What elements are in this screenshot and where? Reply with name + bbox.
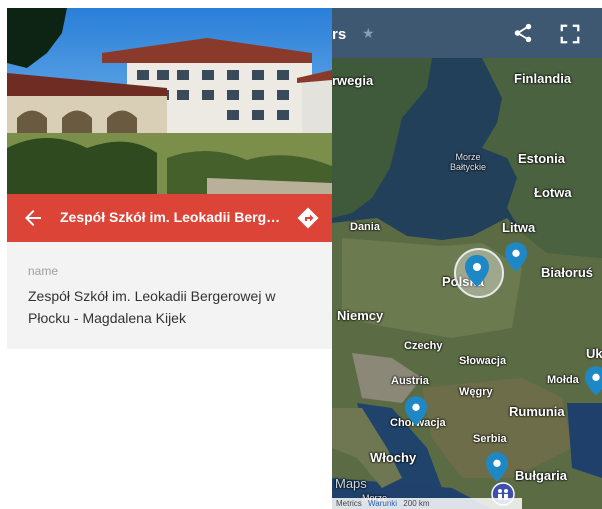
map-header: rs ★ bbox=[332, 8, 602, 58]
map-pin[interactable] bbox=[486, 452, 508, 482]
detail-panel: Zespół Szkół im. Leokadii Berge… name Ze… bbox=[7, 8, 332, 509]
scale-metrics: Metrics bbox=[336, 499, 362, 508]
map-label-dania: Dania bbox=[350, 221, 380, 233]
map-label-baltyckie: Bałtyckie bbox=[450, 162, 487, 172]
app-frame: rs ★ rwegia Finlandia Morze Bałtyckie Es… bbox=[7, 8, 602, 509]
map-pin[interactable] bbox=[585, 366, 602, 396]
back-arrow-icon[interactable] bbox=[21, 206, 45, 230]
map-scale-bar: Metrics Warunki 200 km bbox=[332, 498, 522, 509]
map-label-bialorus: Białoruś bbox=[541, 265, 594, 280]
map-label-finlandia: Finlandia bbox=[514, 71, 572, 86]
map-label-bulgaria: Bułgaria bbox=[515, 468, 568, 483]
map-label-lotwa: Łotwa bbox=[534, 185, 572, 200]
directions-icon[interactable] bbox=[296, 206, 320, 230]
map-label-norwegia: rwegia bbox=[332, 73, 374, 88]
fullscreen-icon[interactable] bbox=[559, 23, 581, 45]
map-label-morze: Morze bbox=[455, 152, 481, 162]
map-label-baltic: Morze Bałtyckie bbox=[450, 152, 486, 172]
map-label-czechy: Czechy bbox=[404, 340, 443, 352]
info-section: name Zespół Szkół im. Leokadii Bergerowe… bbox=[7, 242, 332, 349]
map-label-moldawia: Mołda bbox=[547, 374, 579, 386]
map-title: rs bbox=[332, 26, 347, 43]
map-label-uk: Uk bbox=[586, 346, 602, 361]
map-label-serbia: Serbia bbox=[473, 433, 507, 445]
place-photo[interactable] bbox=[7, 8, 332, 194]
field-value: Zespół Szkół im. Leokadii Bergerowej w P… bbox=[28, 288, 276, 326]
map-label-maps: Maps bbox=[335, 476, 367, 491]
place-title: Zespół Szkół im. Leokadii Berge… bbox=[60, 209, 286, 225]
scale-distance: 200 km bbox=[403, 499, 430, 508]
map-label-estonia: Estonia bbox=[518, 151, 565, 166]
map-label-austria: Austria bbox=[391, 375, 429, 387]
map-pin[interactable] bbox=[505, 242, 527, 272]
map-label-niemcy: Niemcy bbox=[337, 308, 384, 323]
title-bar: Zespół Szkół im. Leokadii Berge… bbox=[7, 194, 332, 242]
map-pin[interactable] bbox=[405, 396, 427, 426]
map-label-slowacja: Słowacja bbox=[459, 355, 507, 367]
map-label-wegry: Węgry bbox=[459, 386, 493, 398]
scale-terms-link[interactable]: Warunki bbox=[368, 499, 397, 508]
map-label-litwa: Litwa bbox=[502, 220, 536, 235]
map-label-rumunia: Rumunia bbox=[509, 404, 565, 419]
field-label: name bbox=[28, 264, 59, 278]
map-label-wlochy: Włochy bbox=[370, 450, 417, 465]
map-pin-selected[interactable] bbox=[465, 255, 489, 287]
share-icon[interactable] bbox=[512, 22, 534, 44]
star-icon[interactable]: ★ bbox=[362, 25, 375, 42]
map-view[interactable]: rs ★ rwegia Finlandia Morze Bałtyckie Es… bbox=[332, 8, 602, 509]
